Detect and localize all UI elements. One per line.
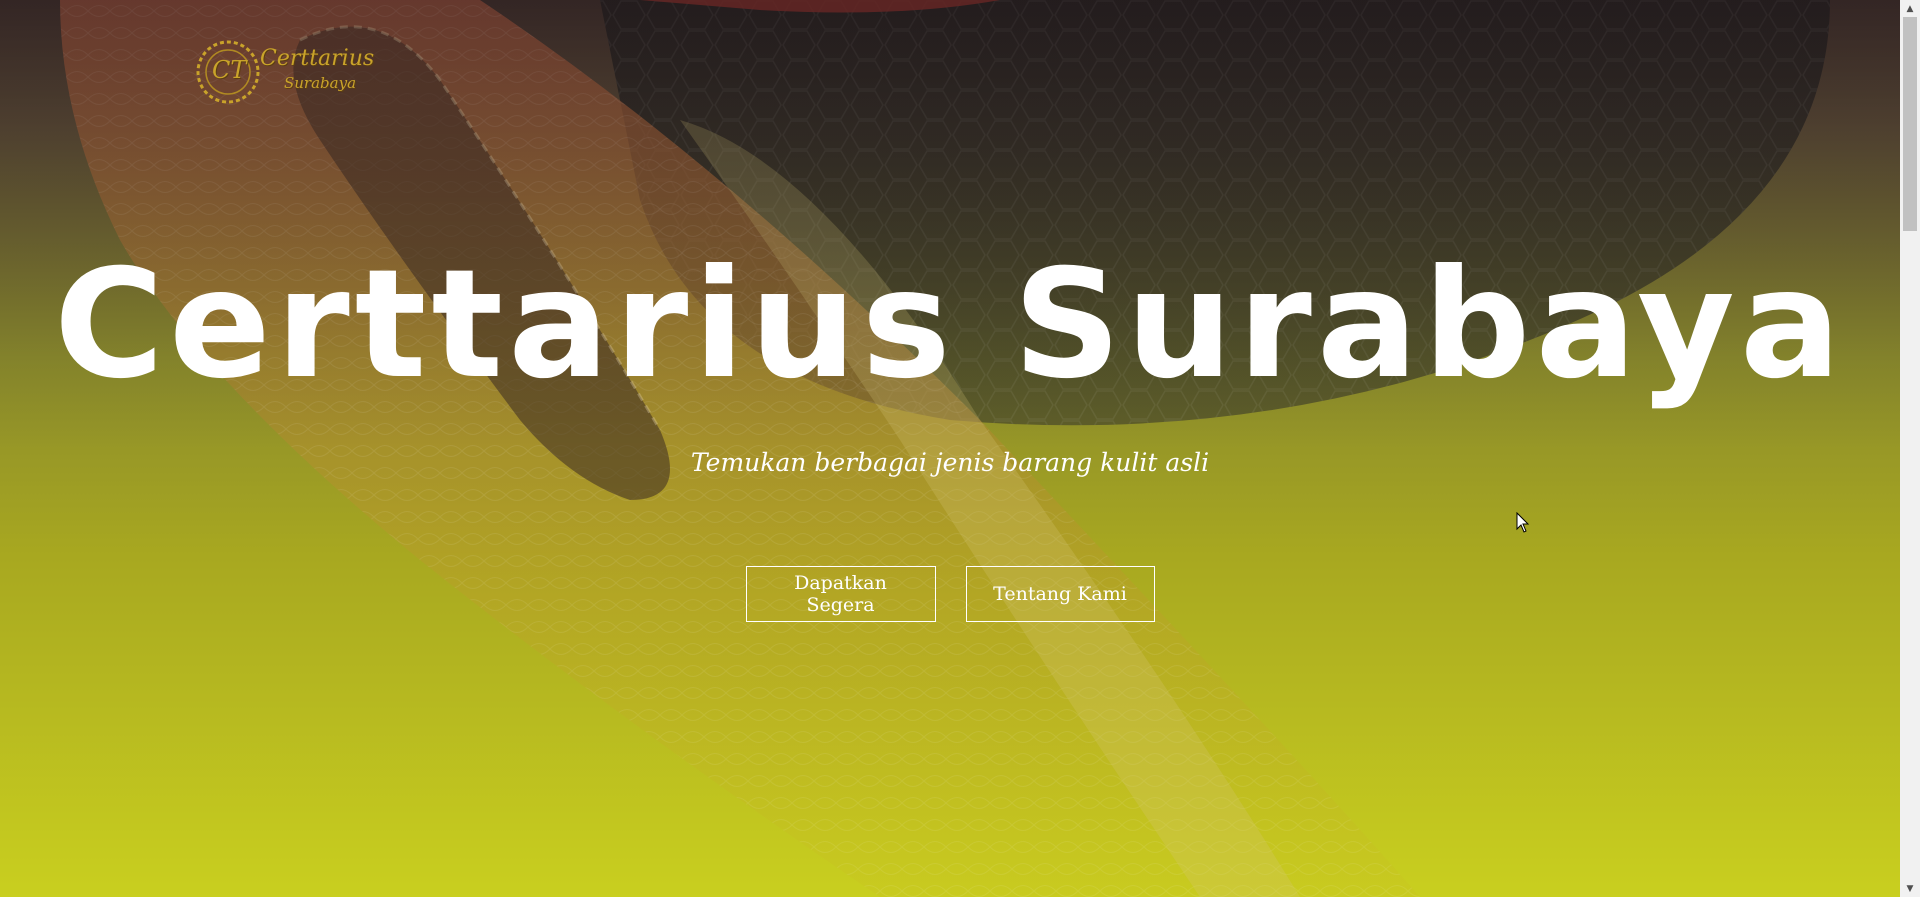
logo-name: Certtarius [260, 46, 375, 71]
vertical-scrollbar[interactable]: ▲ ▼ [1900, 0, 1920, 897]
about-us-button[interactable]: Tentang Kami [965, 566, 1155, 622]
hero-subtitle: Temukan berbagai jenis barang kulit asli [690, 448, 1210, 477]
mouse-cursor-icon [1516, 512, 1530, 533]
hero-title: Certtarius Surabaya [53, 238, 1847, 412]
logo-city: Surabaya [284, 74, 357, 92]
page-viewport: CT Certtarius Surabaya Certtarius Suraba… [0, 0, 1900, 897]
scroll-down-icon[interactable]: ▼ [1900, 880, 1920, 897]
hero-cta-group: Dapatkan Segera Tentang Kami [0, 566, 1900, 622]
get-now-button[interactable]: Dapatkan Segera [745, 566, 936, 622]
scrollbar-thumb[interactable] [1903, 17, 1917, 231]
scroll-up-icon[interactable]: ▲ [1900, 0, 1920, 17]
brand-logo[interactable]: CT Certtarius Surabaya [192, 36, 374, 112]
logo-monogram: CT [212, 56, 247, 84]
